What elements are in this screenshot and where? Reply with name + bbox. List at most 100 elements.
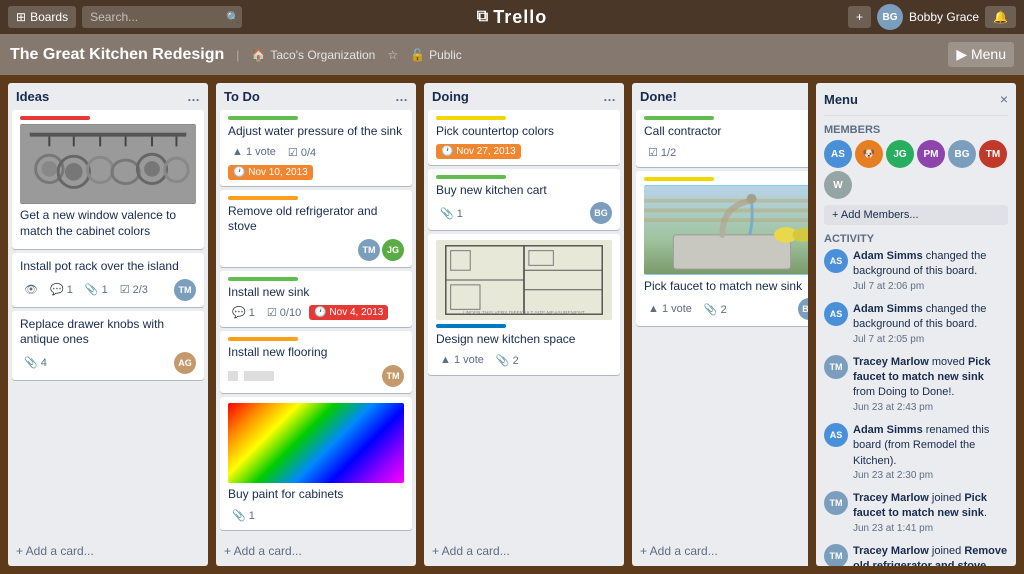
card-title: Install pot rack over the island <box>20 259 196 275</box>
activity-item-4: AS Adam Simms renamed this board (from R… <box>824 423 1008 483</box>
card-badges: TM JG <box>228 239 404 261</box>
member-2[interactable]: 🐶 <box>855 140 883 168</box>
list-cards-todo: Adjust water pressure of the sink ▲ 1 vo… <box>216 110 416 536</box>
card-pot-rack[interactable]: Install pot rack over the island 👁 💬 1 📎… <box>12 253 204 307</box>
toggle-menu-button[interactable]: ▶ Menu <box>948 42 1014 67</box>
attach-badge: 📎 4 <box>20 354 51 371</box>
search-input[interactable] <box>82 6 242 28</box>
attach-badge: 📎 1 <box>228 507 259 524</box>
card-countertop-colors[interactable]: Pick countertop colors 🕐 Nov 27, 2013 <box>428 110 620 165</box>
star-icon[interactable]: ☆ <box>387 48 398 62</box>
list-title-done: Done! <box>640 89 677 104</box>
boards-button[interactable]: ⊞ Boards <box>8 6 76 28</box>
card-title: Pick countertop colors <box>436 124 612 140</box>
add-card-todo[interactable]: + Add a card... <box>216 540 416 562</box>
board-visibility: 🔓 Public <box>410 48 462 62</box>
eye-badge: 👁 <box>20 281 42 298</box>
list-header-todo: To Do … <box>216 83 416 110</box>
members-row: AS 🐶 JG PM BG TM W <box>824 140 1008 199</box>
card-badges: 💬 1 ☑ 0/10 🕐 Nov 4, 2013 <box>228 304 404 321</box>
list-todo: To Do … Adjust water pressure of the sin… <box>216 83 416 566</box>
member-avatar: TM <box>382 365 404 387</box>
list-menu-icon[interactable]: … <box>603 89 616 104</box>
card-title: Get a new window valence to match the ca… <box>20 208 196 239</box>
member-3[interactable]: JG <box>886 140 914 168</box>
header-right: + BG Bobby Grace 🔔 <box>848 4 1016 30</box>
member-4[interactable]: PM <box>917 140 945 168</box>
card-water-pressure[interactable]: Adjust water pressure of the sink ▲ 1 vo… <box>220 110 412 186</box>
card-title: Install new sink <box>228 285 404 301</box>
card-fridge-stove[interactable]: Remove old refrigerator and stove TM JG <box>220 190 412 267</box>
card-pick-faucet[interactable]: Pick faucet to match new sink ▲ 1 vote 📎… <box>636 171 808 327</box>
notification-button[interactable]: 🔔 <box>985 6 1016 28</box>
card-flooring[interactable]: Install new flooring TM <box>220 331 412 393</box>
swatch-cover <box>228 403 404 483</box>
members-section: Members AS 🐶 JG PM BG TM W + Add Members… <box>824 124 1008 225</box>
card-badges: 🕐 Nov 27, 2013 <box>436 144 612 159</box>
attach-badge: 📎 2 <box>700 301 731 318</box>
card-title: Adjust water pressure of the sink <box>228 124 404 140</box>
add-card-doing[interactable]: + Add a card... <box>424 540 624 562</box>
activity-avatar: AS <box>824 302 848 326</box>
card-window-valence[interactable]: Get a new window valence to match the ca… <box>12 110 204 249</box>
activity-avatar: AS <box>824 249 848 273</box>
list-ideas: Ideas … <box>8 83 208 566</box>
list-menu-icon[interactable]: … <box>395 89 408 104</box>
card-paint-cabinets[interactable]: Buy paint for cabinets 📎 1 <box>220 397 412 530</box>
activity-item-2: AS Adam Simms changed the background of … <box>824 302 1008 347</box>
member-7[interactable]: W <box>824 171 852 199</box>
activity-avatar: TM <box>824 355 848 379</box>
vote-badge: ▲ 1 vote <box>228 144 280 160</box>
divider: | <box>236 48 239 62</box>
list-cards-ideas: Get a new window valence to match the ca… <box>8 110 208 536</box>
card-install-sink[interactable]: Install new sink 💬 1 ☑ 0/10 🕐 Nov 4, 201… <box>220 271 412 328</box>
add-button[interactable]: + <box>848 6 871 28</box>
card-call-contractor[interactable]: Call contractor ☑ 1/2 <box>636 110 808 167</box>
member-as[interactable]: AS <box>824 140 852 168</box>
check-badge: ☑ 0/4 <box>284 144 320 161</box>
card-badges: TM <box>228 365 404 387</box>
activity-item-5: TM Tracey Marlow joined Pick faucet to m… <box>824 491 1008 536</box>
list-menu-icon[interactable]: … <box>187 89 200 104</box>
card-design-kitchen[interactable]: UNDER THIS VERY DIFFICULT SITE MEASUREME… <box>428 234 620 375</box>
vote-badge: ▲ 1 vote <box>644 301 696 317</box>
menu-panel: Menu × Members AS 🐶 JG PM BG TM W + Add … <box>816 83 1016 566</box>
activity-avatar: TM <box>824 491 848 515</box>
boards-label: Boards <box>30 10 68 24</box>
lists-container: Ideas … <box>8 83 808 566</box>
member-5[interactable]: BG <box>948 140 976 168</box>
member-avatar: TM <box>174 279 196 301</box>
activity-item-3: TM Tracey Marlow moved Pick faucet to ma… <box>824 355 1008 415</box>
member-avatar-tm: TM <box>358 239 380 261</box>
list-header-ideas: Ideas … <box>8 83 208 110</box>
list-cards-done: Call contractor ☑ 1/2 <box>632 110 808 536</box>
avatar[interactable]: BG <box>877 4 903 30</box>
list-cards-doing: Pick countertop colors 🕐 Nov 27, 2013 Bu… <box>424 110 624 536</box>
board-area: Ideas … <box>0 75 1024 574</box>
card-badges: ▲ 1 vote 📎 2 BG <box>644 298 808 320</box>
member-6[interactable]: TM <box>979 140 1007 168</box>
members-label: Members <box>824 124 1008 136</box>
card-drawer-knobs[interactable]: Replace drawer knobs with antique ones 📎… <box>12 311 204 380</box>
vote-badge: ▲ 1 vote <box>436 352 488 368</box>
card-badges: 📎 1 <box>228 507 404 524</box>
card-badges: ▲ 1 vote 📎 2 <box>436 352 612 369</box>
activity-avatar: TM <box>824 544 848 566</box>
card-kitchen-cart[interactable]: Buy new kitchen cart 📎 1 BG <box>428 169 620 231</box>
add-members-button[interactable]: + Add Members... <box>824 205 1008 225</box>
activity-item-1: AS Adam Simms changed the background of … <box>824 249 1008 294</box>
list-title-doing: Doing <box>432 89 469 104</box>
card-title: Call contractor <box>644 124 808 140</box>
list-title-ideas: Ideas <box>16 89 49 104</box>
member-avatar: BG <box>798 298 808 320</box>
activity-avatar: AS <box>824 423 848 447</box>
attach-badge: 📎 1 <box>81 281 112 298</box>
date-badge: 🕐 Nov 10, 2013 <box>228 165 313 180</box>
user-name: Bobby Grace <box>909 10 979 24</box>
add-card-done[interactable]: + Add a card... <box>632 540 808 562</box>
menu-close-button[interactable]: × <box>1000 91 1008 107</box>
add-card-ideas[interactable]: + Add a card... <box>8 540 208 562</box>
attach-badge: 📎 2 <box>492 352 523 369</box>
list-done: Done! … Call contractor ☑ 1/2 <box>632 83 808 566</box>
card-title: Install new flooring <box>228 345 404 361</box>
